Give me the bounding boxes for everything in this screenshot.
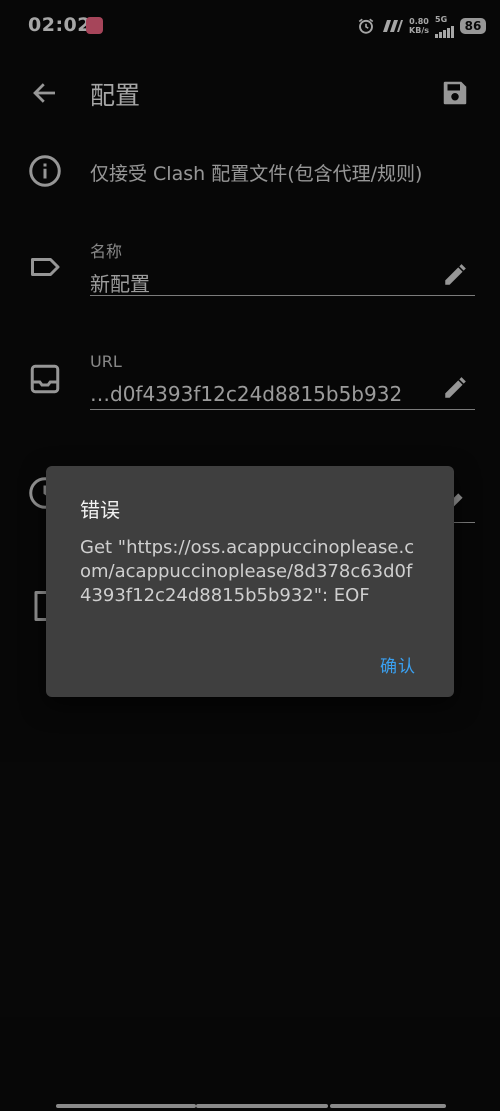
confirm-button[interactable]: 确认 bbox=[380, 652, 416, 677]
nav-handle-center[interactable] bbox=[196, 1104, 328, 1108]
dialog-title: 错误 bbox=[80, 498, 120, 522]
nav-handle-left bbox=[56, 1104, 196, 1108]
dialog-message: Get "https://oss.acappuccinoplease.com/a… bbox=[80, 537, 415, 606]
nav-handle-right bbox=[330, 1104, 446, 1108]
error-dialog: 错误 Get "https://oss.acappuccinoplease.co… bbox=[46, 466, 454, 697]
